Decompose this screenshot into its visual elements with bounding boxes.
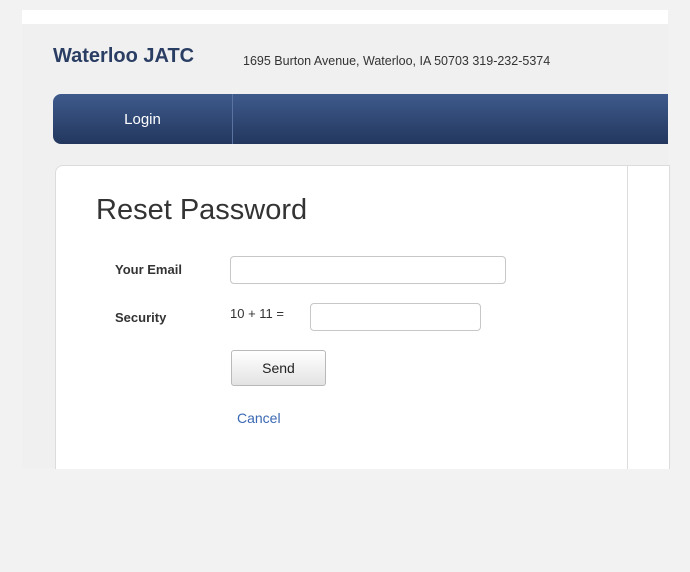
security-expression: 10 + 11 = (230, 306, 284, 321)
top-strip (22, 10, 668, 24)
page-title: Reset Password (96, 194, 308, 226)
panel-divider (627, 166, 628, 469)
security-answer-input[interactable] (310, 303, 481, 331)
site-address: 1695 Burton Avenue, Waterloo, IA 50703 3… (243, 54, 551, 68)
email-label: Your Email (115, 262, 182, 277)
send-button[interactable]: Send (231, 350, 326, 386)
main-nav: Login (53, 94, 668, 144)
security-label: Security (115, 310, 167, 325)
reset-password-panel: Reset Password Your Email Security 10 + … (55, 165, 670, 469)
nav-item-login[interactable]: Login (53, 94, 233, 144)
site-brand[interactable]: Waterloo JATC (53, 45, 194, 68)
page-frame: Waterloo JATC 1695 Burton Avenue, Waterl… (22, 10, 670, 469)
cancel-link[interactable]: Cancel (237, 410, 281, 426)
email-input[interactable] (230, 256, 506, 284)
